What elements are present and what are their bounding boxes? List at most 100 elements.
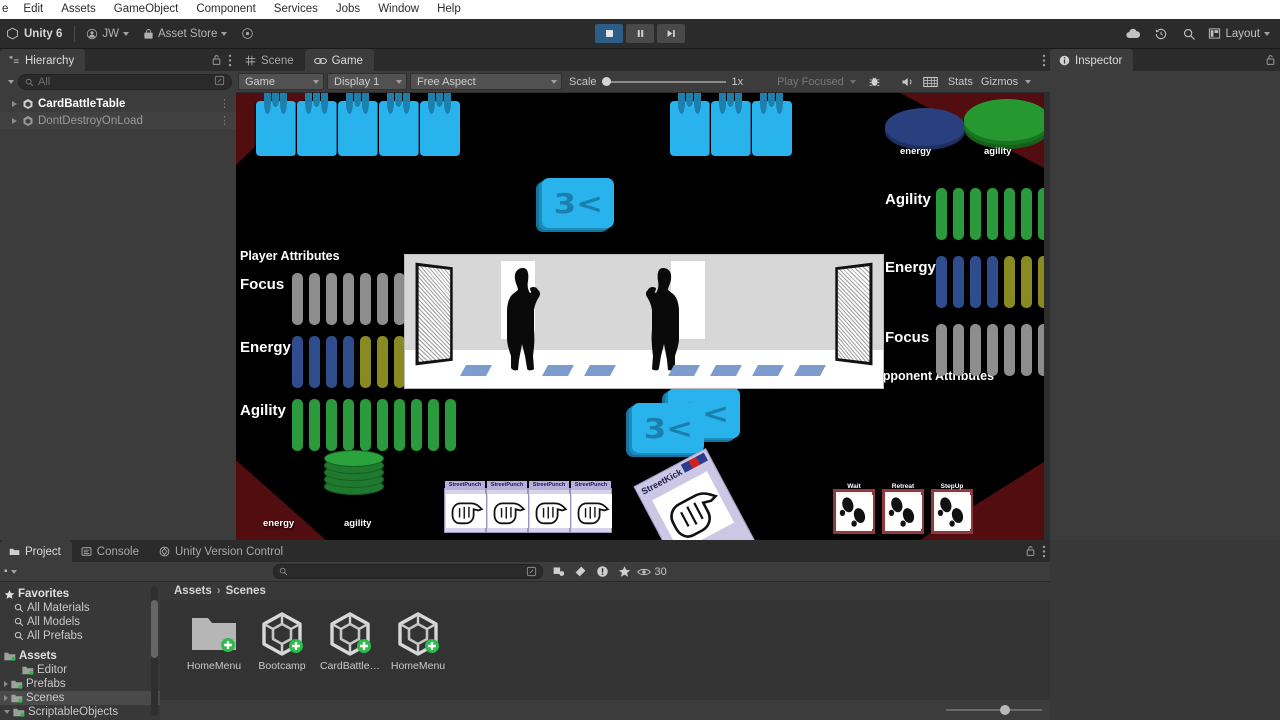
attribute-token[interactable] xyxy=(970,324,981,376)
step-button[interactable] xyxy=(657,24,685,43)
attribute-token[interactable] xyxy=(953,324,964,376)
kebab-menu-icon[interactable]: ⋮ xyxy=(219,97,230,110)
tree-item-editor[interactable]: Editor xyxy=(0,663,160,677)
played-card-streetkick[interactable]: StreetKick xyxy=(633,448,757,540)
attribute-token[interactable] xyxy=(360,336,371,388)
deck-card-back[interactable] xyxy=(338,93,378,156)
tab-console[interactable]: Console xyxy=(71,540,150,562)
kebab-menu-icon[interactable] xyxy=(228,54,232,67)
bug-icon[interactable] xyxy=(864,73,886,90)
menu-item-gameobject[interactable]: GameObject xyxy=(105,0,188,19)
menu-item-help[interactable]: Help xyxy=(428,0,470,19)
deck-card-back[interactable] xyxy=(670,93,710,156)
search-icon[interactable] xyxy=(1176,23,1202,45)
kebab-menu-icon[interactable] xyxy=(1042,545,1046,558)
cloud-sync-button[interactable] xyxy=(234,24,261,43)
attribute-token[interactable] xyxy=(936,256,947,308)
attribute-token[interactable] xyxy=(1004,324,1015,376)
attribute-token[interactable] xyxy=(970,256,981,308)
search-filter-icon[interactable] xyxy=(526,566,537,577)
filter-by-type-icon[interactable] xyxy=(549,564,569,580)
expand-arrow-icon[interactable] xyxy=(4,695,8,701)
opponent-hand-card[interactable]: StepUp xyxy=(931,483,973,534)
attribute-token[interactable] xyxy=(292,336,303,388)
opponent-agility-chip-stack[interactable] xyxy=(964,99,1050,141)
attribute-token[interactable] xyxy=(343,273,354,325)
menu-item-jobs[interactable]: Jobs xyxy=(327,0,369,19)
lock-icon[interactable] xyxy=(211,54,222,66)
menu-item-edit[interactable]: Edit xyxy=(14,0,52,19)
opponent-energy-chip-stack[interactable] xyxy=(885,108,965,146)
menu-item-component[interactable]: Component xyxy=(187,0,264,19)
search-filter-icon[interactable] xyxy=(214,75,225,86)
pause-button[interactable] xyxy=(626,24,654,43)
favorites-star-icon[interactable] xyxy=(615,564,635,580)
tab-scene[interactable]: Scene xyxy=(236,49,305,71)
hierarchy-item-cardbattletable[interactable]: CardBattleTable ⋮ xyxy=(0,95,236,112)
asset-item[interactable]: CardBattle… xyxy=(316,612,384,672)
asset-item[interactable]: HomeMenu xyxy=(384,612,452,672)
attribute-token[interactable] xyxy=(953,256,964,308)
facedown-card-stack-left[interactable]: 3< xyxy=(632,403,704,453)
hierarchy-search-input[interactable]: All xyxy=(18,74,232,90)
attribute-token[interactable] xyxy=(394,399,405,451)
layout-dropdown[interactable]: Layout xyxy=(1204,24,1274,43)
target-display-dropdown[interactable]: Game xyxy=(238,73,324,90)
expand-arrow-icon[interactable] xyxy=(4,681,8,687)
tab-game[interactable]: Game xyxy=(304,49,374,71)
attribute-token[interactable] xyxy=(1021,324,1032,376)
stats-button[interactable]: Stats xyxy=(948,76,973,88)
play-stop-button[interactable] xyxy=(595,24,623,43)
gizmos-button[interactable]: Gizmos xyxy=(981,76,1018,88)
asset-item[interactable]: HomeMenu xyxy=(180,612,248,672)
menu-item-window[interactable]: Window xyxy=(369,0,428,19)
attribute-token[interactable] xyxy=(309,336,320,388)
deck-card-back[interactable] xyxy=(711,93,751,156)
opponent-hand-card[interactable]: Retreat xyxy=(882,483,924,534)
attribute-token[interactable] xyxy=(953,188,964,240)
filter-warnings-icon[interactable] xyxy=(593,564,613,580)
menu-item-file[interactable]: e xyxy=(2,0,14,19)
lock-icon[interactable] xyxy=(1025,545,1036,557)
attribute-token[interactable] xyxy=(343,336,354,388)
attribute-token[interactable] xyxy=(987,188,998,240)
attribute-token[interactable] xyxy=(326,273,337,325)
deck-card-back[interactable] xyxy=(297,93,337,156)
attribute-token[interactable] xyxy=(377,336,388,388)
attribute-token[interactable] xyxy=(411,399,422,451)
deck-card-back[interactable] xyxy=(256,93,296,156)
attribute-token[interactable] xyxy=(987,324,998,376)
slider-knob[interactable] xyxy=(601,77,611,86)
tree-item-scriptableobjects[interactable]: ScriptableObjects xyxy=(0,705,160,719)
project-create-menu[interactable]: ▪ xyxy=(4,566,17,577)
attribute-token[interactable] xyxy=(360,273,371,325)
attribute-token[interactable] xyxy=(970,188,981,240)
attribute-token[interactable] xyxy=(1004,256,1015,308)
attribute-token[interactable] xyxy=(292,273,303,325)
tree-item-scenes[interactable]: Scenes xyxy=(0,691,160,705)
collapse-arrow-icon[interactable] xyxy=(4,710,10,714)
tree-item-all-models[interactable]: All Models xyxy=(0,615,160,629)
chevron-down-icon[interactable] xyxy=(849,79,856,84)
attribute-token[interactable] xyxy=(326,336,337,388)
tab-hierarchy[interactable]: Hierarchy xyxy=(0,49,86,71)
breadcrumb-assets[interactable]: Assets xyxy=(174,585,212,597)
slider-knob[interactable] xyxy=(999,705,1010,715)
hierarchy-item-dontdestroyonload[interactable]: DontDestroyOnLoad ⋮ xyxy=(0,112,236,129)
mute-audio-icon[interactable] xyxy=(898,73,920,90)
unity-version-badge[interactable]: Unity 6 xyxy=(2,27,70,40)
attribute-token[interactable] xyxy=(1004,188,1015,240)
attribute-token[interactable] xyxy=(343,399,354,451)
thumbnail-size-slider[interactable] xyxy=(946,704,1042,716)
filter-by-label-icon[interactable] xyxy=(571,564,591,580)
attribute-token[interactable] xyxy=(360,399,371,451)
tab-inspector[interactable]: Inspector xyxy=(1050,49,1134,71)
attribute-token[interactable] xyxy=(987,256,998,308)
tab-project[interactable]: Project xyxy=(0,540,72,562)
kebab-menu-icon[interactable] xyxy=(1042,54,1046,67)
player-hand-card[interactable]: StreetPunch xyxy=(570,481,612,533)
history-icon[interactable] xyxy=(1148,23,1174,45)
attribute-token[interactable] xyxy=(377,273,388,325)
attribute-token[interactable] xyxy=(309,273,320,325)
opponent-hand-card[interactable]: Wait xyxy=(833,483,875,534)
